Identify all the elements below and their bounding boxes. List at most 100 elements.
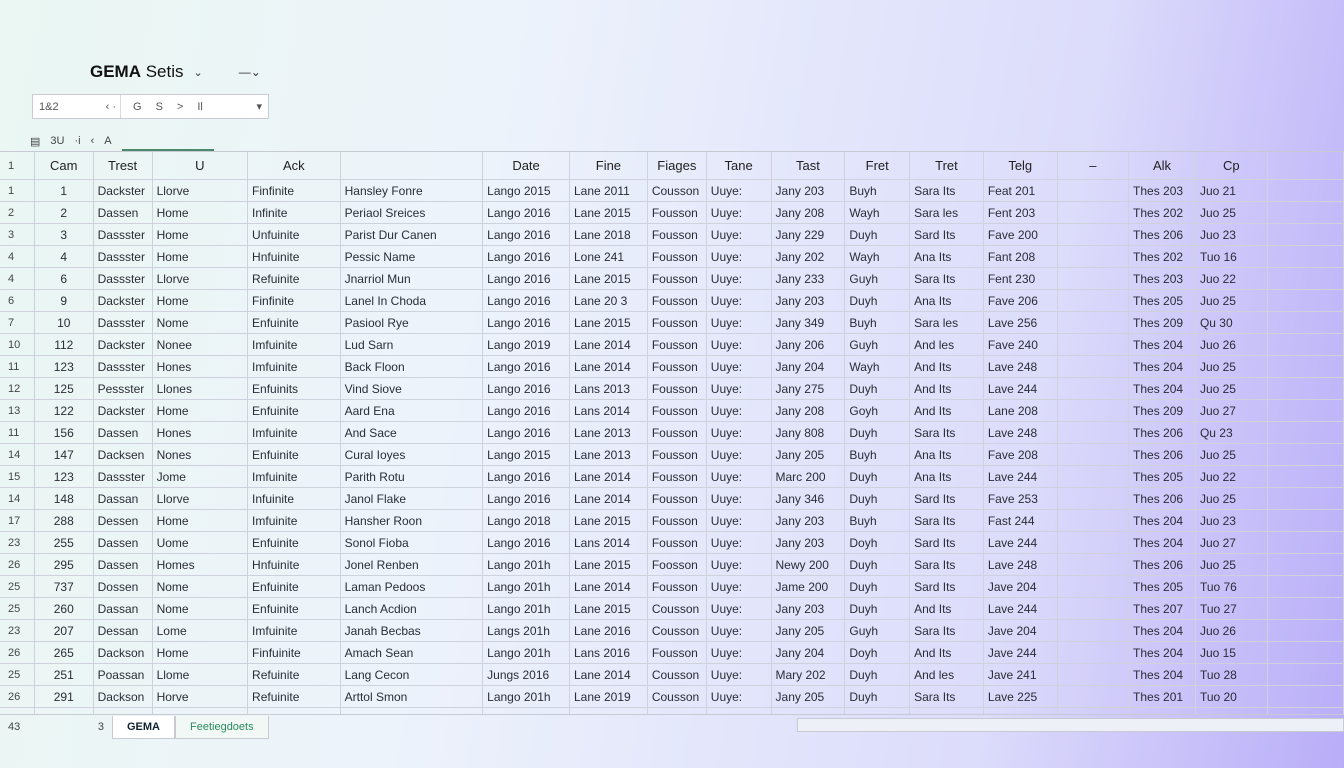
table-cell[interactable]: Sara les bbox=[909, 311, 984, 334]
row-header[interactable]: 26 bbox=[0, 641, 35, 664]
table-cell[interactable]: Dessan bbox=[93, 619, 153, 642]
grid-icon[interactable]: ▤ bbox=[30, 135, 40, 148]
table-cell[interactable]: Sard Its bbox=[909, 223, 984, 246]
table-cell[interactable]: Langs 201h bbox=[482, 619, 570, 642]
table-cell[interactable]: Lane 2014 bbox=[569, 355, 648, 378]
table-cell[interactable]: Jany 203 bbox=[771, 531, 846, 554]
table-cell[interactable]: Wayh bbox=[844, 201, 911, 224]
table-cell[interactable]: Tuo 76 bbox=[1195, 575, 1268, 598]
column-header[interactable]: – bbox=[1057, 152, 1130, 180]
table-cell[interactable]: Lane 2014 bbox=[569, 465, 648, 488]
table-cell[interactable]: Lanel In Choda bbox=[340, 289, 484, 312]
table-cell[interactable]: Fousson bbox=[647, 201, 707, 224]
table-cell[interactable]: Enfuinite bbox=[247, 531, 341, 554]
row-header[interactable]: 23 bbox=[0, 619, 35, 642]
table-cell[interactable] bbox=[1057, 333, 1130, 356]
table-cell[interactable]: Infinite bbox=[247, 201, 341, 224]
table-cell[interactable]: Fousson bbox=[647, 223, 707, 246]
table-cell[interactable]: Dackster bbox=[93, 399, 153, 422]
table-cell[interactable]: Uuye: bbox=[706, 377, 772, 400]
table-cell[interactable]: Fousson bbox=[647, 443, 707, 466]
table-cell[interactable]: Home bbox=[152, 399, 249, 422]
table-cell[interactable]: Juo 15 bbox=[1195, 641, 1268, 664]
table-cell[interactable]: Enfuinite bbox=[247, 311, 341, 334]
table-cell[interactable]: Lans 2013 bbox=[569, 377, 648, 400]
table-cell[interactable]: 147 bbox=[34, 443, 94, 466]
table-cell[interactable]: And Its bbox=[909, 355, 984, 378]
table-cell[interactable]: Thes 203 bbox=[1128, 179, 1196, 202]
table-cell[interactable]: Jany 275 bbox=[771, 377, 846, 400]
table-cell[interactable]: Uuye: bbox=[706, 597, 772, 620]
row-header[interactable]: 4 bbox=[0, 267, 35, 290]
table-cell[interactable]: Thes 205 bbox=[1128, 465, 1196, 488]
table-cell[interactable]: Ana Its bbox=[909, 245, 984, 268]
table-cell[interactable]: Uuye: bbox=[706, 619, 772, 642]
row-header[interactable]: 11 bbox=[0, 355, 35, 378]
table-cell[interactable]: Uuye: bbox=[706, 575, 772, 598]
table-cell[interactable]: Enfuinite bbox=[247, 399, 341, 422]
column-header-empty[interactable] bbox=[1267, 152, 1344, 180]
table-cell[interactable]: Uuye: bbox=[706, 663, 772, 686]
table-cell[interactable]: Tuo 28 bbox=[1195, 663, 1268, 686]
table-cell[interactable]: Duyh bbox=[844, 289, 911, 312]
table-cell[interactable]: Lane 2014 bbox=[569, 575, 648, 598]
table-cell[interactable] bbox=[1057, 311, 1130, 334]
table-cell[interactable]: Pasiool Rye bbox=[340, 311, 484, 334]
table-cell[interactable]: Thes 205 bbox=[1128, 575, 1196, 598]
table-cell[interactable]: Thes 206 bbox=[1128, 421, 1196, 444]
table-cell-empty[interactable] bbox=[1267, 641, 1344, 664]
table-cell[interactable]: Fousson bbox=[647, 355, 707, 378]
row-header[interactable]: 13 bbox=[0, 399, 35, 422]
table-cell[interactable]: 148 bbox=[34, 487, 94, 510]
table-cell[interactable]: Juo 25 bbox=[1195, 201, 1268, 224]
workbook-title[interactable]: GEMA Setis bbox=[90, 62, 184, 82]
nav-button-4[interactable]: Il bbox=[197, 101, 203, 113]
table-cell[interactable]: 737 bbox=[34, 575, 94, 598]
table-cell[interactable]: Uuye: bbox=[706, 487, 772, 510]
table-cell[interactable]: Uuye: bbox=[706, 267, 772, 290]
table-cell[interactable]: Llorve bbox=[152, 267, 249, 290]
table-cell[interactable]: Tuo 27 bbox=[1195, 597, 1268, 620]
table-cell[interactable]: Thes 209 bbox=[1128, 399, 1196, 422]
table-cell[interactable]: Lango 2015 bbox=[482, 443, 570, 466]
table-cell[interactable]: Lave 244 bbox=[983, 377, 1058, 400]
table-cell[interactable]: Juo 23 bbox=[1195, 223, 1268, 246]
row-header[interactable]: 7 bbox=[0, 311, 35, 334]
table-cell[interactable]: Lango 2016 bbox=[482, 531, 570, 554]
table-cell[interactable]: Dackster bbox=[93, 289, 153, 312]
table-cell[interactable]: And les bbox=[909, 663, 984, 686]
table-cell[interactable]: Lane 2016 bbox=[569, 619, 648, 642]
table-cell[interactable]: Dassan bbox=[93, 597, 153, 620]
table-cell[interactable]: Guyh bbox=[844, 267, 911, 290]
row-header[interactable]: 25 bbox=[0, 663, 35, 686]
table-cell[interactable]: Marc 200 bbox=[771, 465, 846, 488]
table-cell[interactable]: Juo 22 bbox=[1195, 267, 1268, 290]
table-cell[interactable]: Uuye: bbox=[706, 245, 772, 268]
table-cell[interactable]: Duyh bbox=[844, 487, 911, 510]
table-cell[interactable]: 291 bbox=[34, 685, 94, 708]
table-cell-empty[interactable] bbox=[1267, 685, 1344, 708]
table-cell[interactable]: Doyh bbox=[844, 531, 911, 554]
table-cell[interactable]: 156 bbox=[34, 421, 94, 444]
table-cell[interactable]: Duyh bbox=[844, 223, 911, 246]
table-cell[interactable]: 125 bbox=[34, 377, 94, 400]
chevron-down-icon[interactable]: ⌄ bbox=[194, 66, 203, 79]
table-cell[interactable]: Juo 21 bbox=[1195, 179, 1268, 202]
table-cell-empty[interactable] bbox=[1267, 619, 1344, 642]
table-cell[interactable]: Uuye: bbox=[706, 421, 772, 444]
table-cell[interactable]: Jave 244 bbox=[983, 641, 1058, 664]
table-cell[interactable]: Jany 203 bbox=[771, 179, 846, 202]
table-cell[interactable]: Fousson bbox=[647, 641, 707, 664]
column-header[interactable]: Cam bbox=[34, 152, 94, 180]
table-cell[interactable]: 255 bbox=[34, 531, 94, 554]
table-cell[interactable]: Uuye: bbox=[706, 443, 772, 466]
table-cell[interactable]: Lango 2016 bbox=[482, 223, 570, 246]
table-cell[interactable]: Juo 26 bbox=[1195, 333, 1268, 356]
table-cell[interactable] bbox=[1057, 597, 1130, 620]
column-header[interactable]: Ack bbox=[247, 152, 341, 180]
table-cell[interactable] bbox=[1057, 443, 1130, 466]
table-cell[interactable]: Thes 201 bbox=[1128, 685, 1196, 708]
table-cell[interactable]: Thes 202 bbox=[1128, 201, 1196, 224]
table-cell[interactable] bbox=[1057, 289, 1130, 312]
table-cell-empty[interactable] bbox=[1267, 531, 1344, 554]
